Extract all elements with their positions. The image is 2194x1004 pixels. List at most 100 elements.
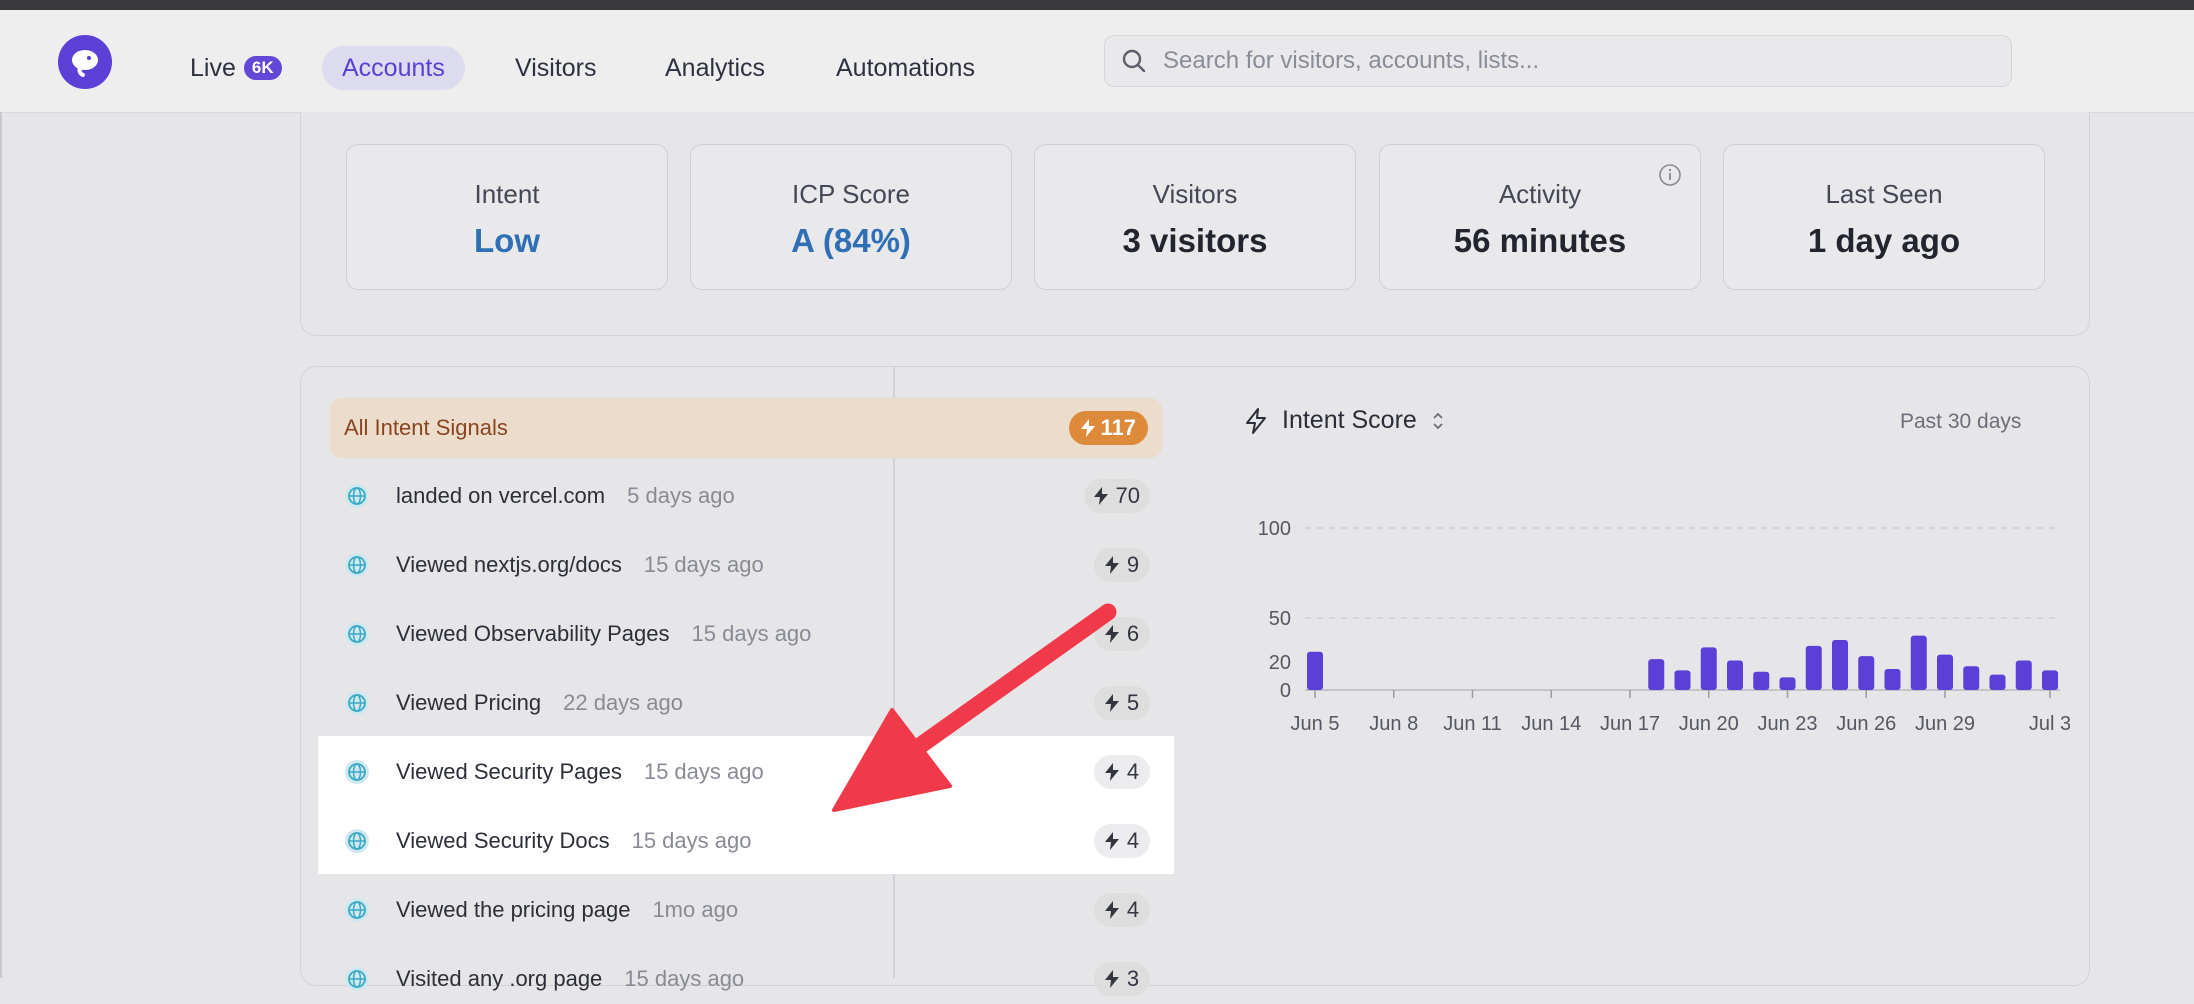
signal-score-badge: 6 bbox=[1094, 617, 1150, 651]
stat-label: ICP Score bbox=[791, 179, 910, 209]
y-tick-label: 20 bbox=[1269, 652, 1291, 674]
bolt-outline-icon bbox=[1246, 407, 1266, 434]
stat-intent: Intent Low bbox=[346, 144, 668, 290]
chart-bar bbox=[1674, 670, 1691, 690]
app-logo[interactable] bbox=[58, 35, 112, 89]
nav-accounts[interactable]: Accounts bbox=[322, 46, 465, 90]
x-tick-label: Jun 5 bbox=[1291, 713, 1340, 735]
stat-activity: Activity 56 minutes bbox=[1379, 144, 1701, 290]
info-icon[interactable] bbox=[1658, 163, 1682, 187]
stat-value: 1 day ago bbox=[1807, 222, 1961, 259]
signal-time: 15 days ago bbox=[624, 966, 745, 991]
signal-row[interactable]: Viewed Pricing 22 days ago 5 bbox=[344, 678, 1150, 728]
globe-icon bbox=[345, 622, 369, 646]
intent-score-selector[interactable]: Intent Score bbox=[1244, 406, 1445, 435]
stat-value: Low bbox=[474, 222, 540, 259]
chart-bar bbox=[1910, 635, 1927, 690]
bolt-icon bbox=[1104, 625, 1119, 643]
all-intent-signals-header[interactable]: All Intent Signals 117 bbox=[330, 398, 1162, 458]
globe-icon bbox=[345, 691, 369, 715]
signal-time: 5 days ago bbox=[627, 483, 735, 508]
chart-bar bbox=[1832, 640, 1848, 690]
signal-text: Viewed Security Docs bbox=[396, 828, 610, 853]
sidebar-divider bbox=[0, 112, 2, 978]
chart-bar bbox=[2015, 660, 2032, 690]
elephant-logo-icon bbox=[72, 50, 98, 77]
search-input[interactable] bbox=[1161, 46, 1985, 76]
live-count-badge: 6K bbox=[243, 56, 282, 80]
stat-label: Intent bbox=[474, 179, 540, 209]
search-bar[interactable] bbox=[1104, 35, 2012, 87]
total-score-value: 117 bbox=[1100, 415, 1137, 440]
bolt-icon bbox=[1104, 901, 1119, 919]
total-score-badge: 117 bbox=[1068, 411, 1148, 445]
stat-last-seen: Last Seen 1 day ago bbox=[1723, 144, 2045, 290]
signal-score: 70 bbox=[1115, 483, 1140, 508]
signal-row[interactable]: Viewed Security Pages 15 days ago 4 bbox=[344, 747, 1150, 797]
signal-time: 22 days ago bbox=[563, 690, 683, 715]
y-tick-label: 100 bbox=[1258, 518, 1291, 540]
stat-label: Visitors bbox=[1152, 179, 1238, 209]
stat-label: Activity bbox=[1498, 179, 1582, 209]
globe-icon bbox=[345, 484, 369, 508]
signal-row[interactable]: landed on vercel.com 5 days ago 70 bbox=[344, 471, 1150, 521]
stat-value: A (84%) bbox=[791, 222, 911, 259]
chart-bar bbox=[1307, 651, 1323, 690]
bolt-icon bbox=[1080, 419, 1095, 437]
stat-icp-score: ICP Score A (84%) bbox=[690, 144, 1012, 290]
signal-text: Viewed Observability Pages bbox=[396, 621, 670, 646]
signal-text: Viewed nextjs.org/docs bbox=[396, 552, 622, 577]
signal-row[interactable]: Viewed Security Docs 15 days ago 4 bbox=[344, 816, 1150, 866]
signal-row[interactable]: Viewed Observability Pages 15 days ago 6 bbox=[344, 609, 1150, 659]
chart-bar bbox=[1989, 674, 2006, 690]
chart-bar bbox=[1648, 659, 1665, 690]
nav-automations[interactable]: Automations bbox=[836, 46, 975, 90]
x-tick-label: Jun 17 bbox=[1600, 713, 1660, 735]
bolt-icon bbox=[1104, 694, 1119, 712]
chart-bar bbox=[1858, 656, 1875, 690]
signal-text: Viewed Pricing bbox=[396, 690, 542, 715]
signal-score: 4 bbox=[1126, 897, 1140, 922]
top-navbar: Live 6K Accounts Visitors Analytics Auto… bbox=[0, 10, 2194, 113]
x-tick-label: Jun 26 bbox=[1836, 713, 1896, 735]
chart-bar bbox=[1884, 669, 1901, 690]
signal-score: 9 bbox=[1126, 552, 1140, 577]
nav-visitors[interactable]: Visitors bbox=[515, 46, 597, 90]
signal-score: 3 bbox=[1126, 966, 1140, 991]
account-stats-panel: Intent Low ICP Score A (84%) Visitors 3 … bbox=[300, 112, 2090, 336]
bolt-icon bbox=[1104, 556, 1119, 574]
chart-bar bbox=[1805, 645, 1822, 690]
x-tick-label: Jun 8 bbox=[1369, 713, 1418, 735]
signals-header-label: All Intent Signals bbox=[344, 415, 508, 440]
nav-live[interactable]: Live 6K bbox=[190, 46, 282, 90]
x-tick-label: Jun 14 bbox=[1521, 713, 1581, 735]
chart-bar bbox=[1700, 647, 1717, 690]
signal-row[interactable]: Viewed nextjs.org/docs 15 days ago 9 bbox=[344, 540, 1150, 590]
x-tick-label: Jun 29 bbox=[1915, 713, 1975, 735]
chart-title: Intent Score bbox=[1282, 406, 1417, 434]
signal-row[interactable]: Visited any .org page 15 days ago 3 bbox=[344, 954, 1150, 1004]
signal-score: 4 bbox=[1126, 759, 1140, 784]
nav-analytics[interactable]: Analytics bbox=[665, 46, 765, 90]
y-tick-label: 50 bbox=[1269, 608, 1291, 630]
chart-range-label[interactable]: Past 30 days bbox=[1900, 410, 2021, 434]
bolt-icon bbox=[1104, 832, 1119, 850]
signal-score-badge: 9 bbox=[1094, 548, 1150, 582]
globe-icon bbox=[345, 898, 369, 922]
signal-row[interactable]: Viewed the pricing page 1mo ago 4 bbox=[344, 885, 1150, 935]
signal-score: 5 bbox=[1126, 690, 1140, 715]
chart-bar bbox=[2042, 670, 2058, 690]
signal-score-badge: 70 bbox=[1083, 479, 1150, 513]
globe-icon bbox=[345, 829, 369, 853]
signal-text: Visited any .org page bbox=[396, 966, 603, 991]
stat-visitors: Visitors 3 visitors bbox=[1034, 144, 1356, 290]
chart-bar bbox=[1963, 666, 1980, 690]
globe-icon bbox=[345, 553, 369, 577]
x-tick-label: Jun 20 bbox=[1679, 713, 1739, 735]
signal-time: 15 days ago bbox=[691, 621, 812, 646]
signal-time: 15 days ago bbox=[631, 828, 752, 853]
nav-live-label: Live bbox=[190, 53, 236, 82]
y-tick-label: 0 bbox=[1280, 680, 1291, 702]
signal-time: 15 days ago bbox=[643, 759, 764, 784]
chart-bar bbox=[1753, 671, 1770, 690]
